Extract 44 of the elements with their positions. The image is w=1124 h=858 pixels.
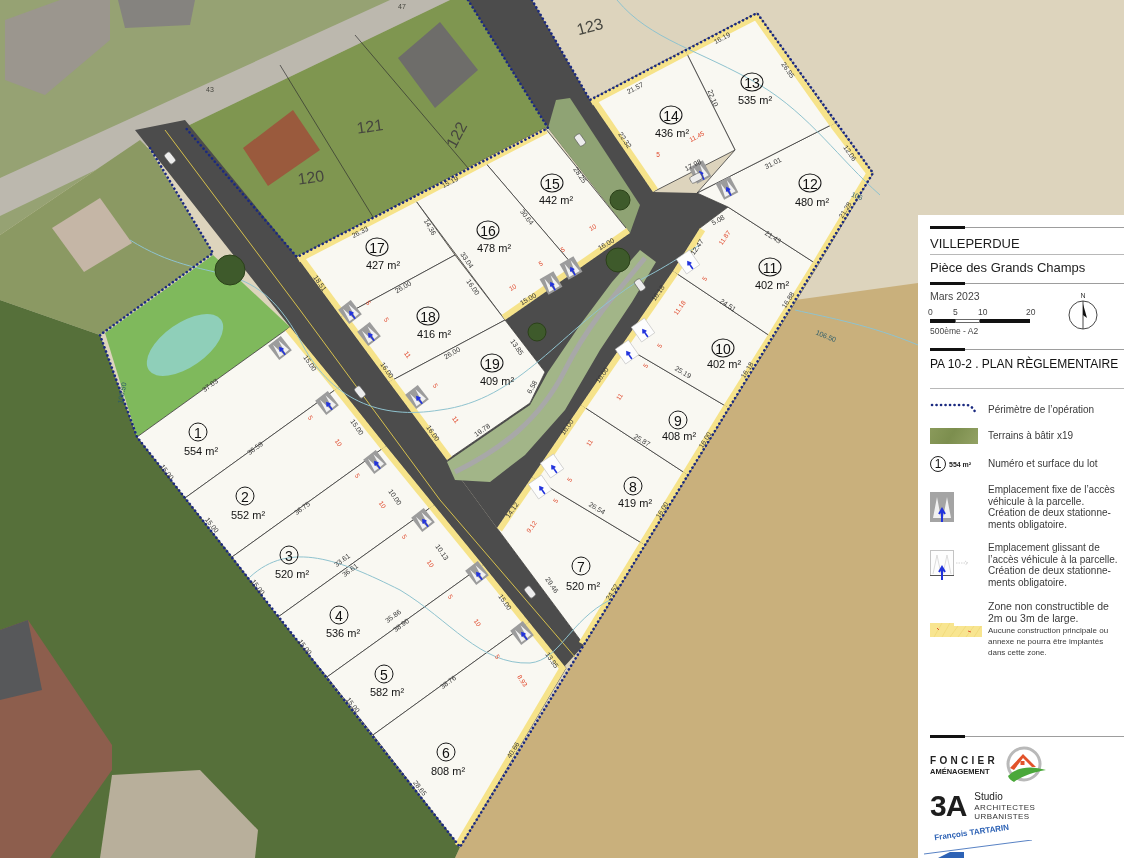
site-name: Pièce des Grands Champs xyxy=(930,260,1086,276)
lot-area: 416 m² xyxy=(416,328,452,340)
lot-area: 402 m² xyxy=(754,279,790,291)
lot-area: 808 m² xyxy=(430,765,466,777)
lot-area: 554 m² xyxy=(183,445,219,457)
parcel-number: 123 xyxy=(575,15,605,39)
legend-text: Numéro et surface du lot xyxy=(988,458,1098,470)
lot-area: 402 m² xyxy=(706,358,742,370)
legend-note: Aucune construction principale ou annexe ne pourra être implantés dans cette zone. xyxy=(988,625,1109,658)
lot-area: 582 m² xyxy=(369,686,405,698)
legend-text: Zone non constructible de 2m ou 3m de large. xyxy=(988,600,1109,624)
legend-text: Emplacement glissant de l’accès véhicule à la parcelle. Création de deux stationne- ments obligatoire. xyxy=(988,542,1118,588)
sheet-title: PA 10-2 . PLAN RÈGLEMENTAIRE xyxy=(930,357,1119,371)
stamp-name: François TARTARIN xyxy=(933,822,1010,843)
lot-area: 408 m² xyxy=(661,430,697,442)
studio-tagline: ARCHITECTES URBANISTES xyxy=(974,803,1036,821)
lot-area: 535 m² xyxy=(737,94,773,106)
commune-name: VILLEPERDUE xyxy=(930,236,1020,252)
lot-area: 436 m² xyxy=(654,127,690,139)
parcel-number: 120 xyxy=(296,168,326,188)
lot-area: 520 m² xyxy=(565,580,601,592)
developer-name: FONCIER xyxy=(930,754,999,767)
scale-tick-label: 5 xyxy=(953,307,959,317)
scale-tick-label: 20 xyxy=(1026,307,1036,317)
parcel-number: 122 xyxy=(443,119,471,151)
lot-area: 409 m² xyxy=(479,375,515,387)
lot-area: 552 m² xyxy=(230,509,266,521)
scale-tick-label: 10 xyxy=(978,307,989,317)
studio-name: Studio xyxy=(974,791,1003,802)
lot-area: 427 m² xyxy=(365,259,401,271)
scale-tick-label: 0 xyxy=(928,307,934,317)
legend-text: Périmètre de l’opération xyxy=(988,403,1095,416)
parcel-number: 121 xyxy=(355,117,385,137)
lot-area: 520 m² xyxy=(274,568,310,580)
plan-date: Mars 2023 xyxy=(930,290,980,303)
scale-note: 500ème - A2 xyxy=(930,326,979,336)
lot-area: 478 m² xyxy=(476,242,512,254)
lot-area: 480 m² xyxy=(794,196,830,208)
legend-text: Terrains à bâtir x19 xyxy=(988,430,1074,442)
lot-area: 419 m² xyxy=(617,497,653,509)
lot-area: 442 m² xyxy=(538,194,574,206)
lot-area: 536 m² xyxy=(325,627,361,639)
legend-text: Emplacement fixe de l’accès véhicule à la parcelle. Création de deux stationne- ments obligatoire. xyxy=(988,484,1115,530)
studio-mark: 3A xyxy=(930,792,967,820)
